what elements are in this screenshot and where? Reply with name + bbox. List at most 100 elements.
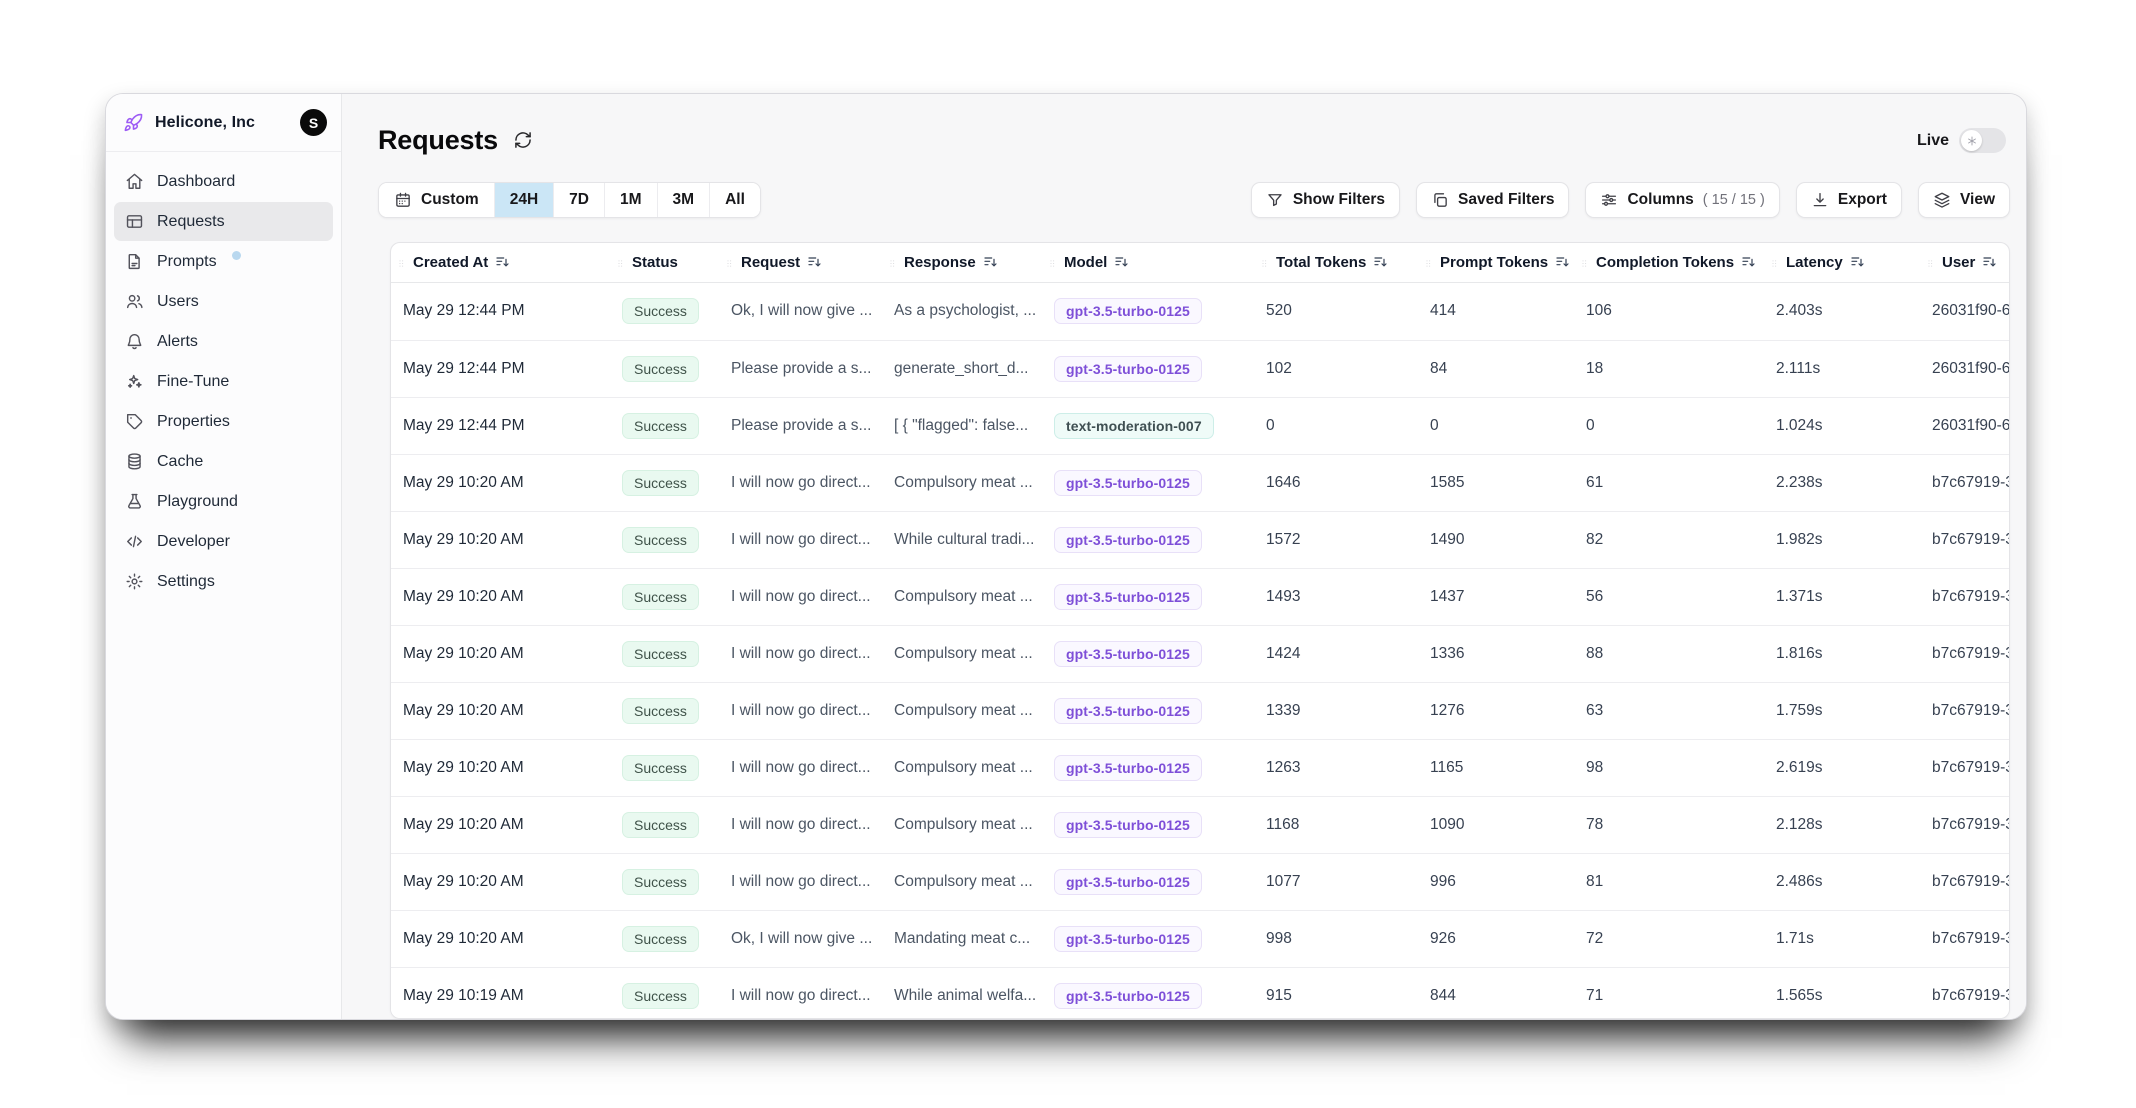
view-button[interactable]: View bbox=[1918, 182, 2010, 218]
cell-created-at: May 29 12:44 PM bbox=[391, 341, 610, 397]
table-row[interactable]: May 29 12:44 PMSuccessPlease provide a s… bbox=[391, 340, 2009, 397]
sidebar-item-label: Settings bbox=[157, 573, 215, 591]
export-button[interactable]: Export bbox=[1796, 182, 1902, 218]
cell-model: gpt-3.5-turbo-0125 bbox=[1042, 683, 1254, 739]
sidebar-item-label: Alerts bbox=[157, 333, 198, 351]
avatar[interactable]: S bbox=[300, 109, 327, 136]
time-range-7d[interactable]: 7D bbox=[553, 183, 604, 217]
table-row[interactable]: May 29 10:20 AMSuccessI will now go dire… bbox=[391, 682, 2009, 739]
status-badge: Success bbox=[622, 298, 699, 324]
table-row[interactable]: May 29 10:20 AMSuccessI will now go dire… bbox=[391, 568, 2009, 625]
org-switcher[interactable]: Helicone, Inc S bbox=[106, 94, 341, 152]
table-row[interactable]: May 29 10:20 AMSuccessI will now go dire… bbox=[391, 853, 2009, 910]
refresh-button[interactable] bbox=[512, 130, 534, 152]
table-row[interactable]: May 29 10:20 AMSuccessI will now go dire… bbox=[391, 511, 2009, 568]
column-label: Model bbox=[1064, 254, 1107, 271]
cell-total-tokens: 102 bbox=[1254, 341, 1418, 397]
table-row[interactable]: May 29 10:20 AMSuccessI will now go dire… bbox=[391, 625, 2009, 682]
cell-completion-tokens: 0 bbox=[1574, 398, 1764, 454]
cell-prompt-tokens: 1276 bbox=[1418, 683, 1574, 739]
cell-status: Success bbox=[610, 683, 719, 739]
time-range-24h[interactable]: 24H bbox=[494, 183, 553, 217]
table-row[interactable]: May 29 12:44 PMSuccessOk, I will now giv… bbox=[391, 283, 2009, 340]
table-row[interactable]: May 29 10:19 AMSuccessI will now go dire… bbox=[391, 967, 2009, 1019]
table-row[interactable]: May 29 12:44 PMSuccessPlease provide a s… bbox=[391, 397, 2009, 454]
bell-icon bbox=[125, 332, 144, 351]
column-header-user[interactable]: User bbox=[1920, 243, 2009, 282]
live-toggle[interactable] bbox=[1959, 128, 2006, 153]
show-filters-button[interactable]: Show Filters bbox=[1251, 182, 1400, 218]
cell-completion-tokens: 98 bbox=[1574, 740, 1764, 796]
sidebar-item-fine-tune[interactable]: Fine-Tune bbox=[114, 362, 333, 401]
cell-latency: 1.371s bbox=[1764, 569, 1920, 625]
cell-latency: 2.486s bbox=[1764, 854, 1920, 910]
sidebar-item-requests[interactable]: Requests bbox=[114, 202, 333, 241]
model-badge: gpt-3.5-turbo-0125 bbox=[1054, 356, 1202, 382]
column-header-response[interactable]: Response bbox=[882, 243, 1042, 282]
column-header-status[interactable]: Status bbox=[610, 243, 719, 282]
table-row[interactable]: May 29 10:20 AMSuccessOk, I will now giv… bbox=[391, 910, 2009, 967]
status-badge: Success bbox=[622, 641, 699, 667]
sidebar-item-properties[interactable]: Properties bbox=[114, 402, 333, 441]
table-row[interactable]: May 29 10:20 AMSuccessI will now go dire… bbox=[391, 796, 2009, 853]
cell-request: I will now go direct... bbox=[719, 968, 882, 1019]
column-header-request[interactable]: Request bbox=[719, 243, 882, 282]
requests-table: Created AtStatusRequestResponse Model Tota… bbox=[390, 242, 2010, 1019]
column-header-created-at[interactable]: Created At bbox=[391, 243, 610, 282]
cell-response: Mandating meat c... bbox=[882, 911, 1042, 967]
model-badge: gpt-3.5-turbo-0125 bbox=[1054, 527, 1202, 553]
cell-model: gpt-3.5-turbo-0125 bbox=[1042, 854, 1254, 910]
cell-total-tokens: 915 bbox=[1254, 968, 1418, 1019]
rocket-logo-icon bbox=[123, 112, 144, 133]
sidebar-item-alerts[interactable]: Alerts bbox=[114, 322, 333, 361]
column-header-total-tokens[interactable]: Total Tokens bbox=[1254, 243, 1418, 282]
sidebar-nav: DashboardRequests Prompts Users Alerts Fine-… bbox=[106, 152, 341, 611]
model-badge: gpt-3.5-turbo-0125 bbox=[1054, 926, 1202, 952]
status-badge: Success bbox=[622, 983, 699, 1009]
time-range-selector: Custom24H 7D 1M3MAll bbox=[378, 182, 761, 218]
sidebar-item-playground[interactable]: Playground bbox=[114, 482, 333, 521]
cell-completion-tokens: 81 bbox=[1574, 854, 1764, 910]
model-badge: gpt-3.5-turbo-0125 bbox=[1054, 755, 1202, 781]
sort-icon bbox=[1741, 254, 1757, 270]
code-icon bbox=[125, 532, 144, 551]
time-range-label: 7D bbox=[569, 191, 589, 209]
model-badge: gpt-3.5-turbo-0125 bbox=[1054, 869, 1202, 895]
cell-completion-tokens: 63 bbox=[1574, 683, 1764, 739]
cell-response: Compulsory meat ... bbox=[882, 797, 1042, 853]
sidebar-item-prompts[interactable]: Prompts bbox=[114, 242, 333, 281]
cell-status: Success bbox=[610, 911, 719, 967]
sidebar-item-developer[interactable]: Developer bbox=[114, 522, 333, 561]
sidebar-item-users[interactable]: Users bbox=[114, 282, 333, 321]
cell-user: b7c67919-35 bbox=[1920, 626, 2009, 682]
grip-icon bbox=[1048, 259, 1057, 268]
cell-user: 26031f90-68 bbox=[1920, 341, 2009, 397]
saved-filters-button[interactable]: Saved Filters bbox=[1416, 182, 1570, 218]
sort-icon bbox=[1850, 254, 1866, 270]
sidebar-item-cache[interactable]: Cache bbox=[114, 442, 333, 481]
column-header-completion-tokens[interactable]: Completion Tokens bbox=[1574, 243, 1764, 282]
time-range-all[interactable]: All bbox=[709, 183, 760, 217]
sort-icon bbox=[1555, 254, 1571, 270]
cell-prompt-tokens: 1490 bbox=[1418, 512, 1574, 568]
sidebar-item-label: Users bbox=[157, 293, 199, 311]
time-range-3m[interactable]: 3M bbox=[657, 183, 710, 217]
sidebar-item-dashboard[interactable]: Dashboard bbox=[114, 162, 333, 201]
home-icon bbox=[125, 172, 144, 191]
cell-status: Success bbox=[610, 512, 719, 568]
cell-total-tokens: 1424 bbox=[1254, 626, 1418, 682]
time-range-custom[interactable]: Custom bbox=[379, 183, 494, 217]
column-header-latency[interactable]: Latency bbox=[1764, 243, 1920, 282]
cell-created-at: May 29 10:20 AM bbox=[391, 512, 610, 568]
column-header-model[interactable]: Model bbox=[1042, 243, 1254, 282]
sidebar-item-settings[interactable]: Settings bbox=[114, 562, 333, 601]
table-row[interactable]: May 29 10:20 AMSuccessI will now go dire… bbox=[391, 454, 2009, 511]
column-header-prompt-tokens[interactable]: Prompt Tokens bbox=[1418, 243, 1574, 282]
table-row[interactable]: May 29 10:20 AMSuccessI will now go dire… bbox=[391, 739, 2009, 796]
time-range-1m[interactable]: 1M bbox=[604, 183, 657, 217]
cell-prompt-tokens: 844 bbox=[1418, 968, 1574, 1019]
cell-total-tokens: 520 bbox=[1254, 283, 1418, 340]
sidebar-item-label: Prompts bbox=[157, 253, 217, 271]
cell-completion-tokens: 18 bbox=[1574, 341, 1764, 397]
columns-button[interactable]: Columns ( 15 / 15 ) bbox=[1585, 182, 1779, 218]
